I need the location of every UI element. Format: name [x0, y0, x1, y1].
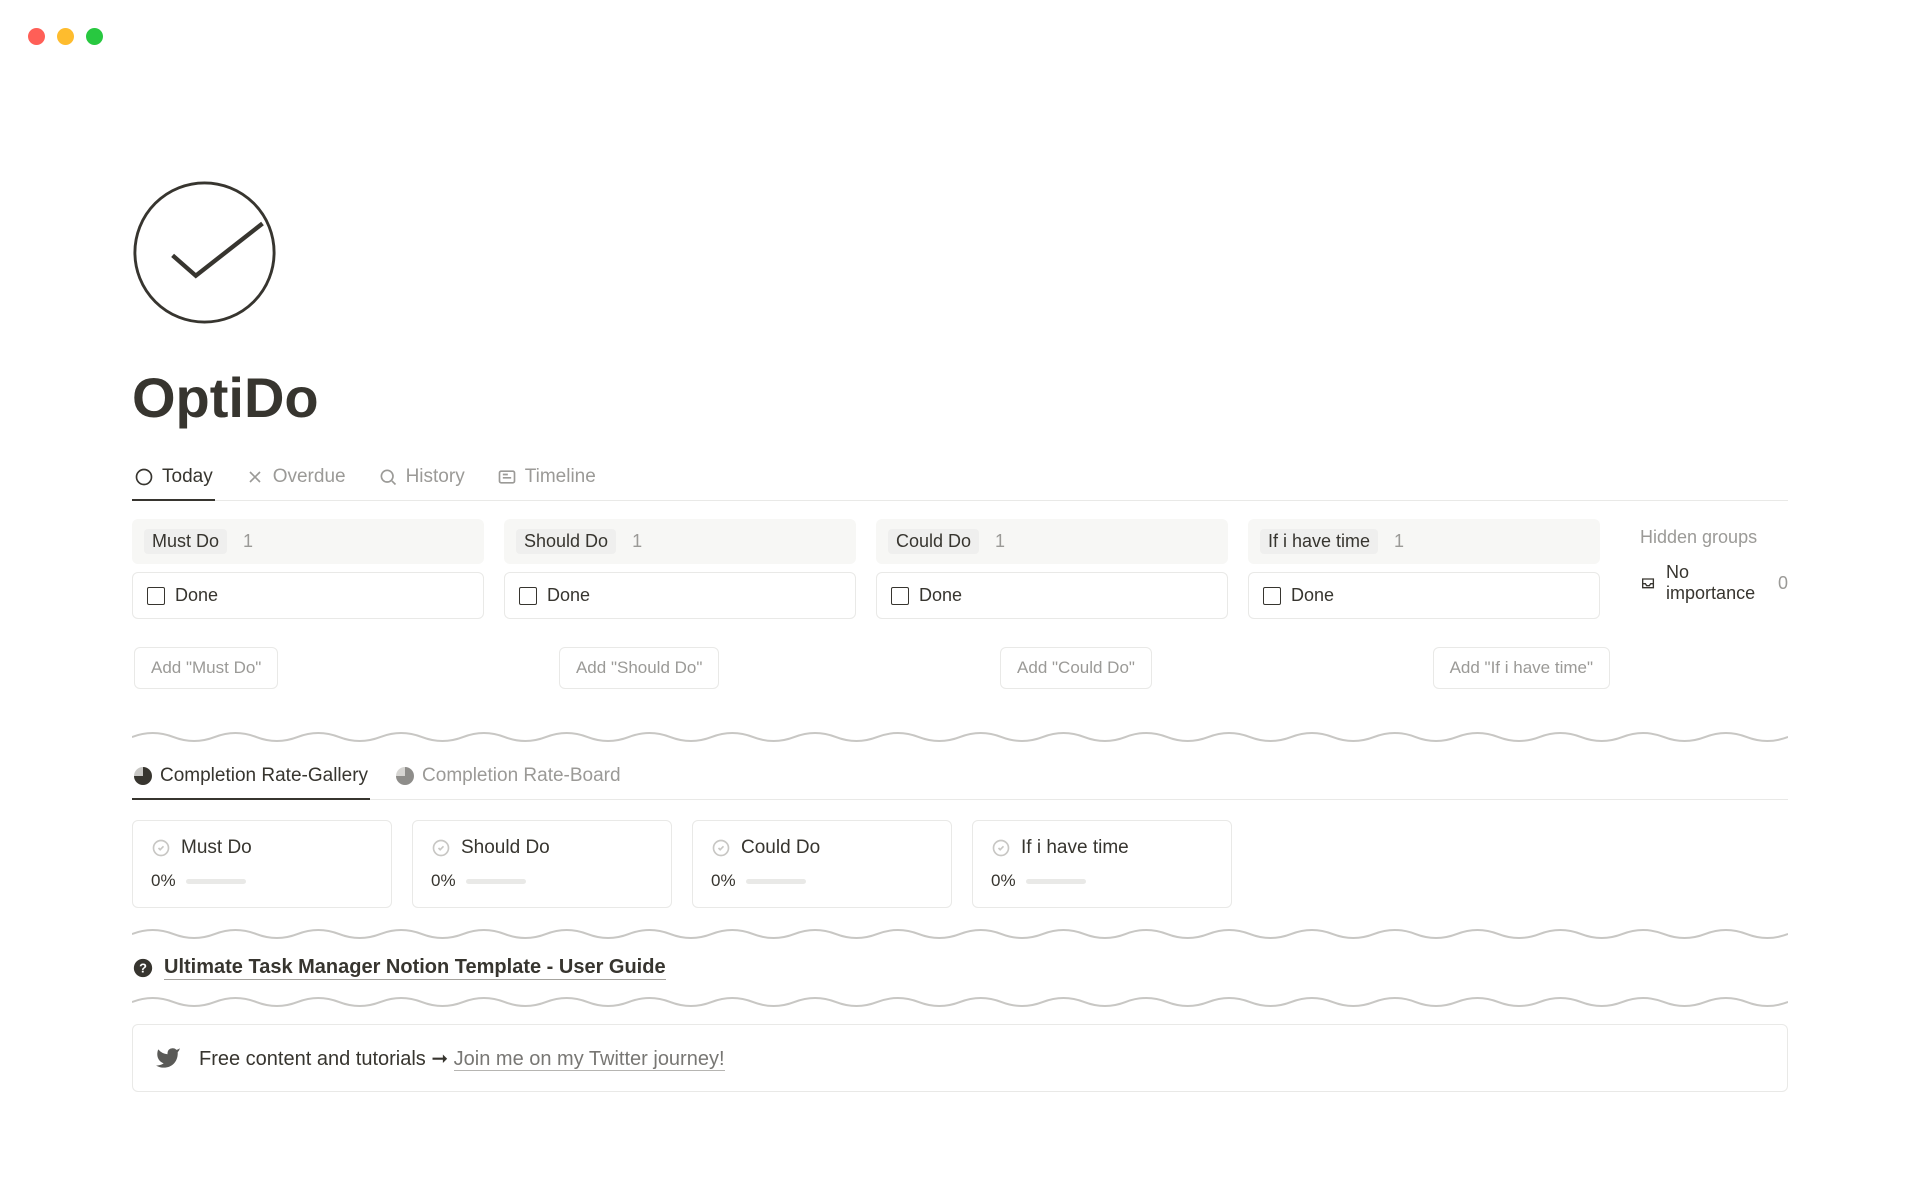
column-count: 1	[1394, 531, 1404, 552]
pie-icon	[396, 767, 414, 785]
add-must-do-button[interactable]: Add "Must Do"	[134, 647, 278, 689]
task-card[interactable]: Done	[876, 572, 1228, 619]
completion-tabs: Completion Rate-Gallery Completion Rate-…	[132, 759, 1788, 800]
timeline-icon	[497, 467, 517, 487]
progress-percent: 0%	[151, 871, 176, 891]
inbox-icon	[1640, 573, 1656, 593]
column-count: 1	[243, 531, 253, 552]
tab-overdue[interactable]: Overdue	[243, 458, 348, 500]
x-icon	[245, 467, 265, 487]
task-title: Done	[547, 585, 590, 606]
checkbox-icon[interactable]	[147, 587, 165, 605]
gallery-card-label: If i have time	[1021, 837, 1129, 859]
pie-icon	[134, 767, 152, 785]
progress-percent: 0%	[711, 871, 736, 891]
column-could-do: Could Do 1 Done	[876, 519, 1228, 619]
column-label: Must Do	[144, 529, 227, 554]
progress-bar	[186, 879, 246, 884]
tab-completion-board-label: Completion Rate-Board	[422, 765, 621, 787]
progress-percent: 0%	[991, 871, 1016, 891]
hidden-groups-title: Hidden groups	[1640, 527, 1788, 548]
search-icon	[378, 467, 398, 487]
column-label: If i have time	[1260, 529, 1378, 554]
column-header[interactable]: Should Do 1	[504, 519, 856, 564]
tab-completion-board[interactable]: Completion Rate-Board	[394, 759, 623, 799]
gallery-card-could-do[interactable]: Could Do 0%	[692, 820, 952, 908]
progress-bar	[1026, 879, 1086, 884]
gallery-card-label: Must Do	[181, 837, 252, 859]
tab-history[interactable]: History	[376, 458, 467, 500]
twitter-icon	[155, 1045, 181, 1071]
column-count: 1	[995, 531, 1005, 552]
column-if-time: If i have time 1 Done	[1248, 519, 1600, 619]
circle-icon	[134, 467, 154, 487]
task-card[interactable]: Done	[504, 572, 856, 619]
maximize-window-icon[interactable]	[86, 28, 103, 45]
column-must-do: Must Do 1 Done	[132, 519, 484, 619]
column-count: 1	[632, 531, 642, 552]
column-header[interactable]: Must Do 1	[132, 519, 484, 564]
progress-ring-icon	[151, 838, 171, 858]
progress-bar	[466, 879, 526, 884]
task-title: Done	[175, 585, 218, 606]
callout-link[interactable]: Join me on my Twitter journey!	[454, 1048, 725, 1071]
user-guide-link[interactable]: ? Ultimate Task Manager Notion Template …	[132, 956, 1788, 980]
page-logo	[132, 180, 277, 325]
checkbox-icon[interactable]	[519, 587, 537, 605]
progress-ring-icon	[431, 838, 451, 858]
tab-timeline[interactable]: Timeline	[495, 458, 598, 500]
tab-overdue-label: Overdue	[273, 466, 346, 488]
divider-wave	[132, 729, 1788, 745]
progress-percent: 0%	[431, 871, 456, 891]
view-tabs: Today Overdue History Timeline	[132, 458, 1788, 501]
hidden-group-label: No importance	[1666, 562, 1760, 604]
add-buttons-row: Add "Must Do" Add "Should Do" Add "Could…	[132, 647, 1612, 689]
gallery-card-must-do[interactable]: Must Do 0%	[132, 820, 392, 908]
page-title: OptiDo	[132, 365, 1788, 430]
column-label: Should Do	[516, 529, 616, 554]
tab-timeline-label: Timeline	[525, 466, 596, 488]
minimize-window-icon[interactable]	[57, 28, 74, 45]
hidden-groups: Hidden groups No importance 0	[1640, 519, 1788, 619]
gallery-card-label: Could Do	[741, 837, 820, 859]
close-window-icon[interactable]	[28, 28, 45, 45]
callout-prefix: Free content and tutorials ➞	[199, 1048, 454, 1070]
task-card[interactable]: Done	[132, 572, 484, 619]
completion-gallery: Must Do 0% Should Do 0% Could Do 0	[132, 820, 1788, 908]
progress-ring-icon	[711, 838, 731, 858]
help-icon: ?	[132, 957, 154, 979]
add-could-do-button[interactable]: Add "Could Do"	[1000, 647, 1152, 689]
checkbox-icon[interactable]	[891, 587, 909, 605]
kanban-board: Must Do 1 Done Should Do 1 Done Could Do…	[132, 519, 1788, 619]
gallery-card-if-time[interactable]: If i have time 0%	[972, 820, 1232, 908]
checkbox-icon[interactable]	[1263, 587, 1281, 605]
divider-wave	[132, 926, 1788, 942]
task-title: Done	[919, 585, 962, 606]
column-header[interactable]: If i have time 1	[1248, 519, 1600, 564]
tab-history-label: History	[406, 466, 465, 488]
gallery-card-label: Should Do	[461, 837, 550, 859]
tab-completion-gallery-label: Completion Rate-Gallery	[160, 765, 368, 787]
progress-ring-icon	[991, 838, 1011, 858]
add-if-time-button[interactable]: Add "If i have time"	[1433, 647, 1610, 689]
progress-bar	[746, 879, 806, 884]
window-traffic-lights[interactable]	[28, 28, 103, 45]
tab-today-label: Today	[162, 466, 213, 488]
hidden-group-count: 0	[1778, 573, 1788, 594]
tab-today[interactable]: Today	[132, 458, 215, 500]
gallery-card-should-do[interactable]: Should Do 0%	[412, 820, 672, 908]
twitter-callout: Free content and tutorials ➞ Join me on …	[132, 1024, 1788, 1092]
svg-text:?: ?	[139, 961, 147, 976]
task-title: Done	[1291, 585, 1334, 606]
column-label: Could Do	[888, 529, 979, 554]
user-guide-label: Ultimate Task Manager Notion Template - …	[164, 956, 666, 980]
task-card[interactable]: Done	[1248, 572, 1600, 619]
callout-text: Free content and tutorials ➞ Join me on …	[199, 1046, 725, 1071]
add-should-do-button[interactable]: Add "Should Do"	[559, 647, 719, 689]
hidden-group-item[interactable]: No importance 0	[1640, 562, 1788, 604]
tab-completion-gallery[interactable]: Completion Rate-Gallery	[132, 759, 370, 799]
column-header[interactable]: Could Do 1	[876, 519, 1228, 564]
column-should-do: Should Do 1 Done	[504, 519, 856, 619]
divider-wave	[132, 994, 1788, 1010]
